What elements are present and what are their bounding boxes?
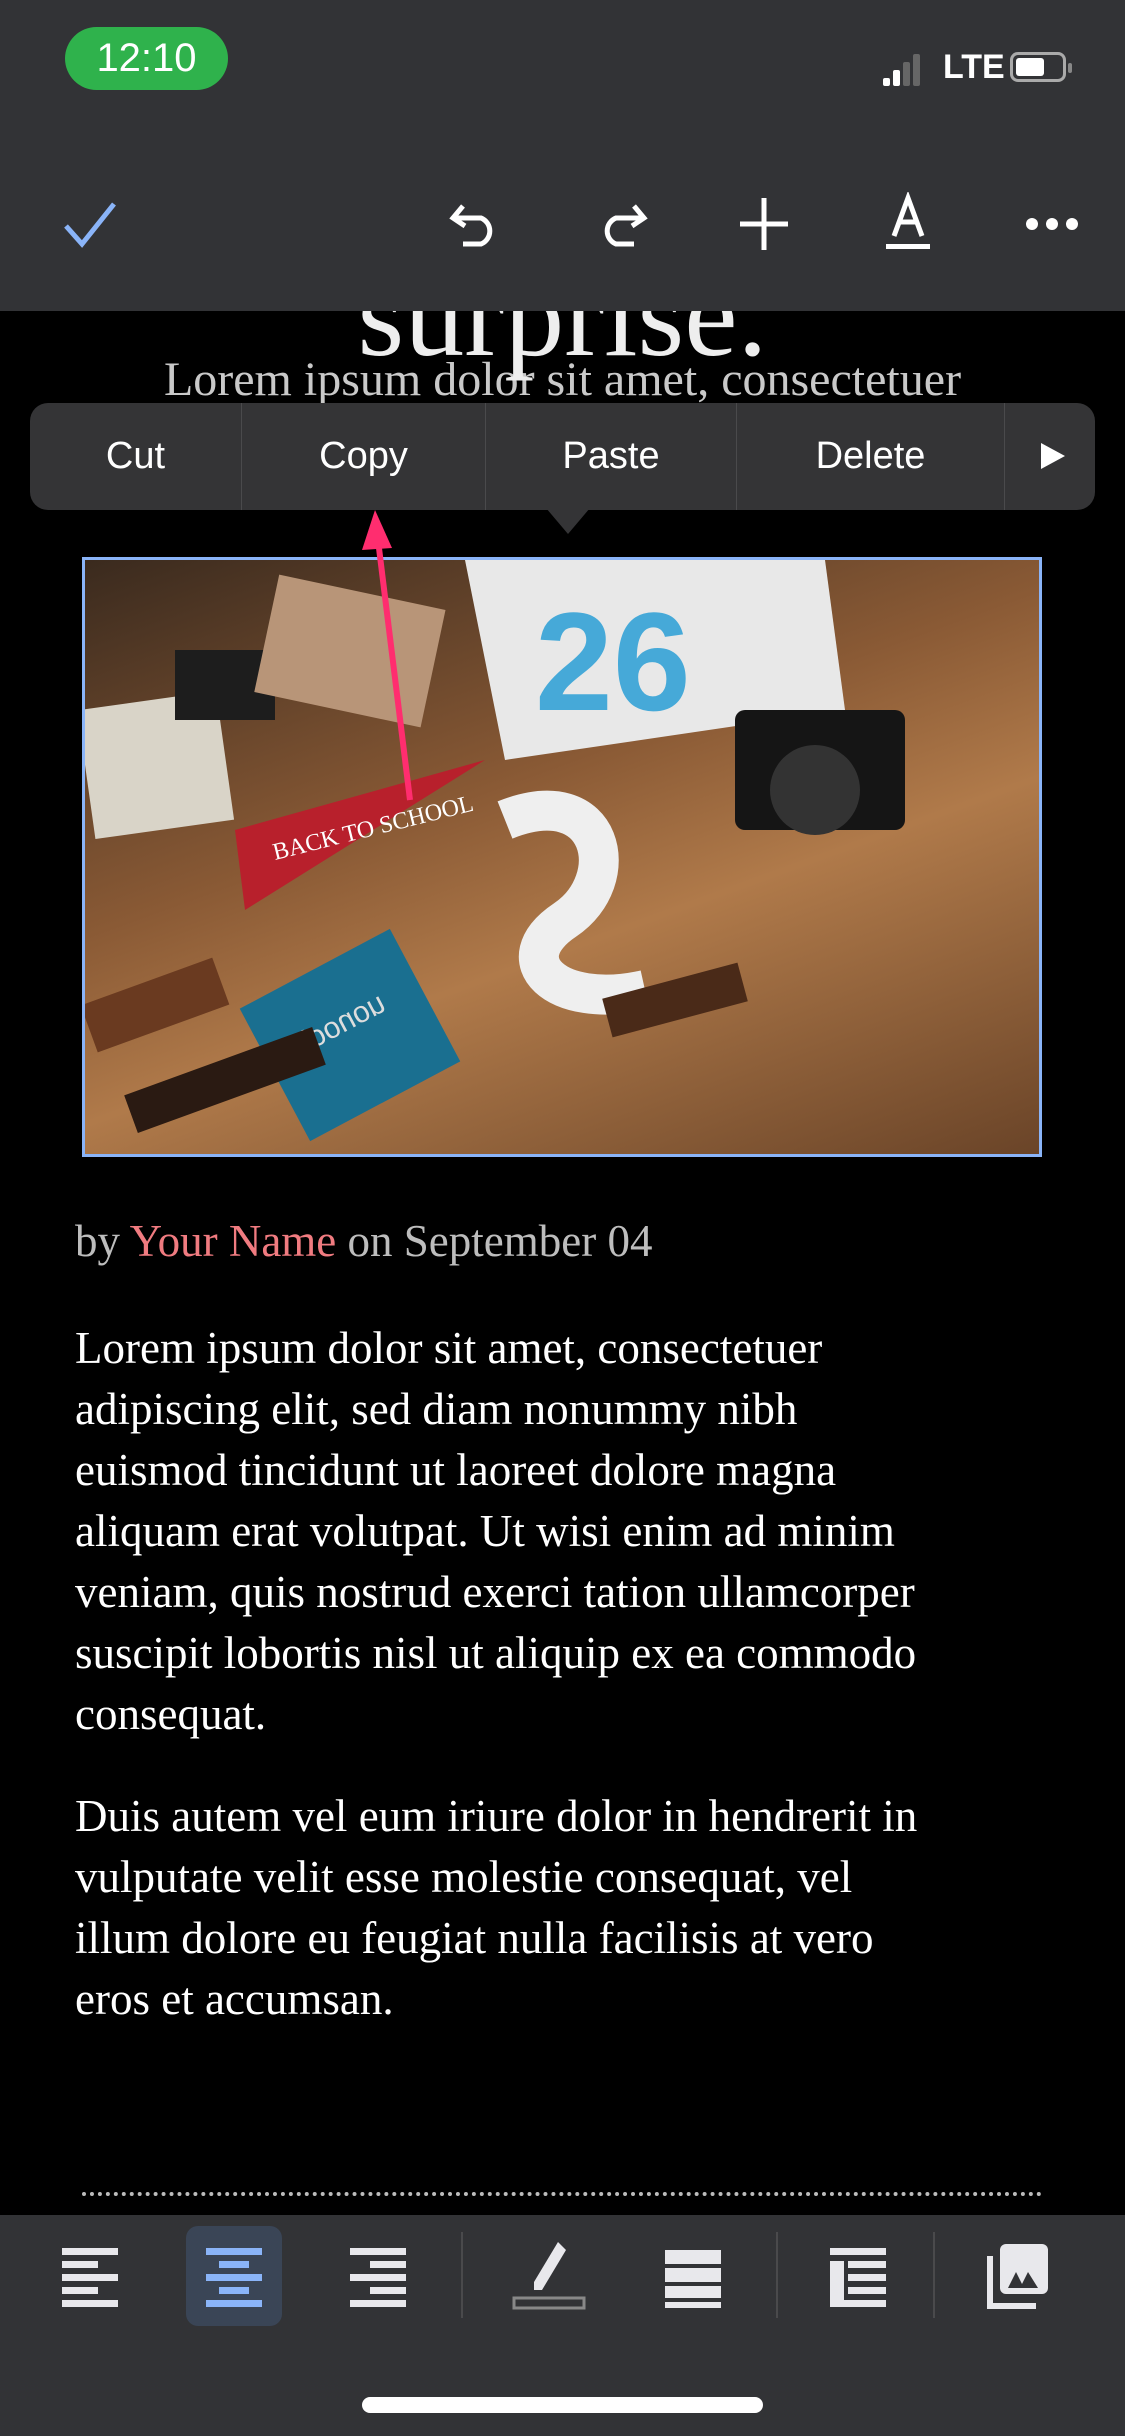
text-line: adipiscing elit, sed diam nonummy nibh bbox=[75, 1384, 798, 1434]
network-type: LTE bbox=[943, 48, 1005, 86]
text-format-icon[interactable] bbox=[876, 192, 940, 256]
text-line: Lorem ipsum dolor sit amet, consectetuer bbox=[75, 1323, 823, 1373]
check-icon[interactable] bbox=[58, 192, 122, 256]
author-name[interactable]: Your Name bbox=[130, 1216, 337, 1266]
toolbar-separator bbox=[933, 2232, 935, 2318]
context-menu-pointer bbox=[546, 508, 590, 534]
text-line: consequat. bbox=[75, 1689, 267, 1739]
selected-image[interactable]: 26 BACK TO SCHOOL uonock bbox=[82, 557, 1042, 1157]
top-toolbar: 12:10 LTE bbox=[0, 0, 1125, 311]
text-line: illum dolore eu feugiat nulla facilisis … bbox=[75, 1913, 874, 1963]
context-menu: Cut Copy Paste Delete bbox=[30, 403, 1095, 510]
align-left-icon[interactable] bbox=[42, 2228, 138, 2324]
copy-button[interactable]: Copy bbox=[242, 403, 486, 510]
cut-button[interactable]: Cut bbox=[30, 403, 242, 510]
undo-icon[interactable] bbox=[445, 192, 509, 256]
text-line: aliquam erat volutpat. Ut wisi enim ad m… bbox=[75, 1506, 895, 1556]
signal-icon bbox=[883, 54, 920, 86]
redo-icon[interactable] bbox=[588, 192, 652, 256]
paste-button[interactable]: Paste bbox=[486, 403, 737, 510]
image-icon[interactable] bbox=[968, 2228, 1064, 2324]
text-line: eros et accumsan. bbox=[75, 1974, 394, 2024]
dotted-divider bbox=[82, 2192, 1042, 2196]
line-spacing-icon[interactable] bbox=[645, 2228, 741, 2324]
more-icon[interactable] bbox=[1020, 192, 1084, 256]
indent-icon[interactable] bbox=[810, 2228, 906, 2324]
battery-icon bbox=[1010, 52, 1072, 82]
byline-prefix: by bbox=[75, 1216, 120, 1266]
align-center-icon[interactable] bbox=[186, 2228, 282, 2324]
align-right-icon[interactable] bbox=[330, 2228, 426, 2324]
byline: by Your Name on September 04 bbox=[75, 1215, 652, 1267]
triangle-right-icon bbox=[1041, 443, 1065, 469]
toolbar-separator bbox=[461, 2232, 463, 2318]
plus-icon[interactable] bbox=[732, 192, 796, 256]
highlight-pen-icon[interactable] bbox=[500, 2228, 596, 2324]
byline-date: on September 04 bbox=[347, 1216, 653, 1266]
desk-photo: 26 BACK TO SCHOOL uonock bbox=[85, 560, 905, 1142]
delete-button[interactable]: Delete bbox=[737, 403, 1005, 510]
paragraph-1[interactable]: Lorem ipsum dolor sit amet, consectetuer… bbox=[75, 1318, 916, 1745]
text-line: veniam, quis nostrud exerci tation ullam… bbox=[75, 1567, 915, 1617]
text-line: vulputate velit esse molestie consequat,… bbox=[75, 1852, 853, 1902]
toolbar-separator bbox=[776, 2232, 778, 2318]
svg-text:26: 26 bbox=[535, 583, 691, 740]
text-line: suscipit lobortis nisl ut aliquip ex ea … bbox=[75, 1628, 917, 1678]
status-time: 12:10 bbox=[65, 27, 228, 90]
text-line: Duis autem vel eum iriure dolor in hendr… bbox=[75, 1791, 918, 1841]
more-options-button[interactable] bbox=[1005, 403, 1095, 510]
text-line: euismod tincidunt ut laoreet dolore magn… bbox=[75, 1445, 837, 1495]
paragraph-2[interactable]: Duis autem vel eum iriure dolor in hendr… bbox=[75, 1786, 917, 2030]
home-indicator[interactable] bbox=[362, 2397, 763, 2413]
